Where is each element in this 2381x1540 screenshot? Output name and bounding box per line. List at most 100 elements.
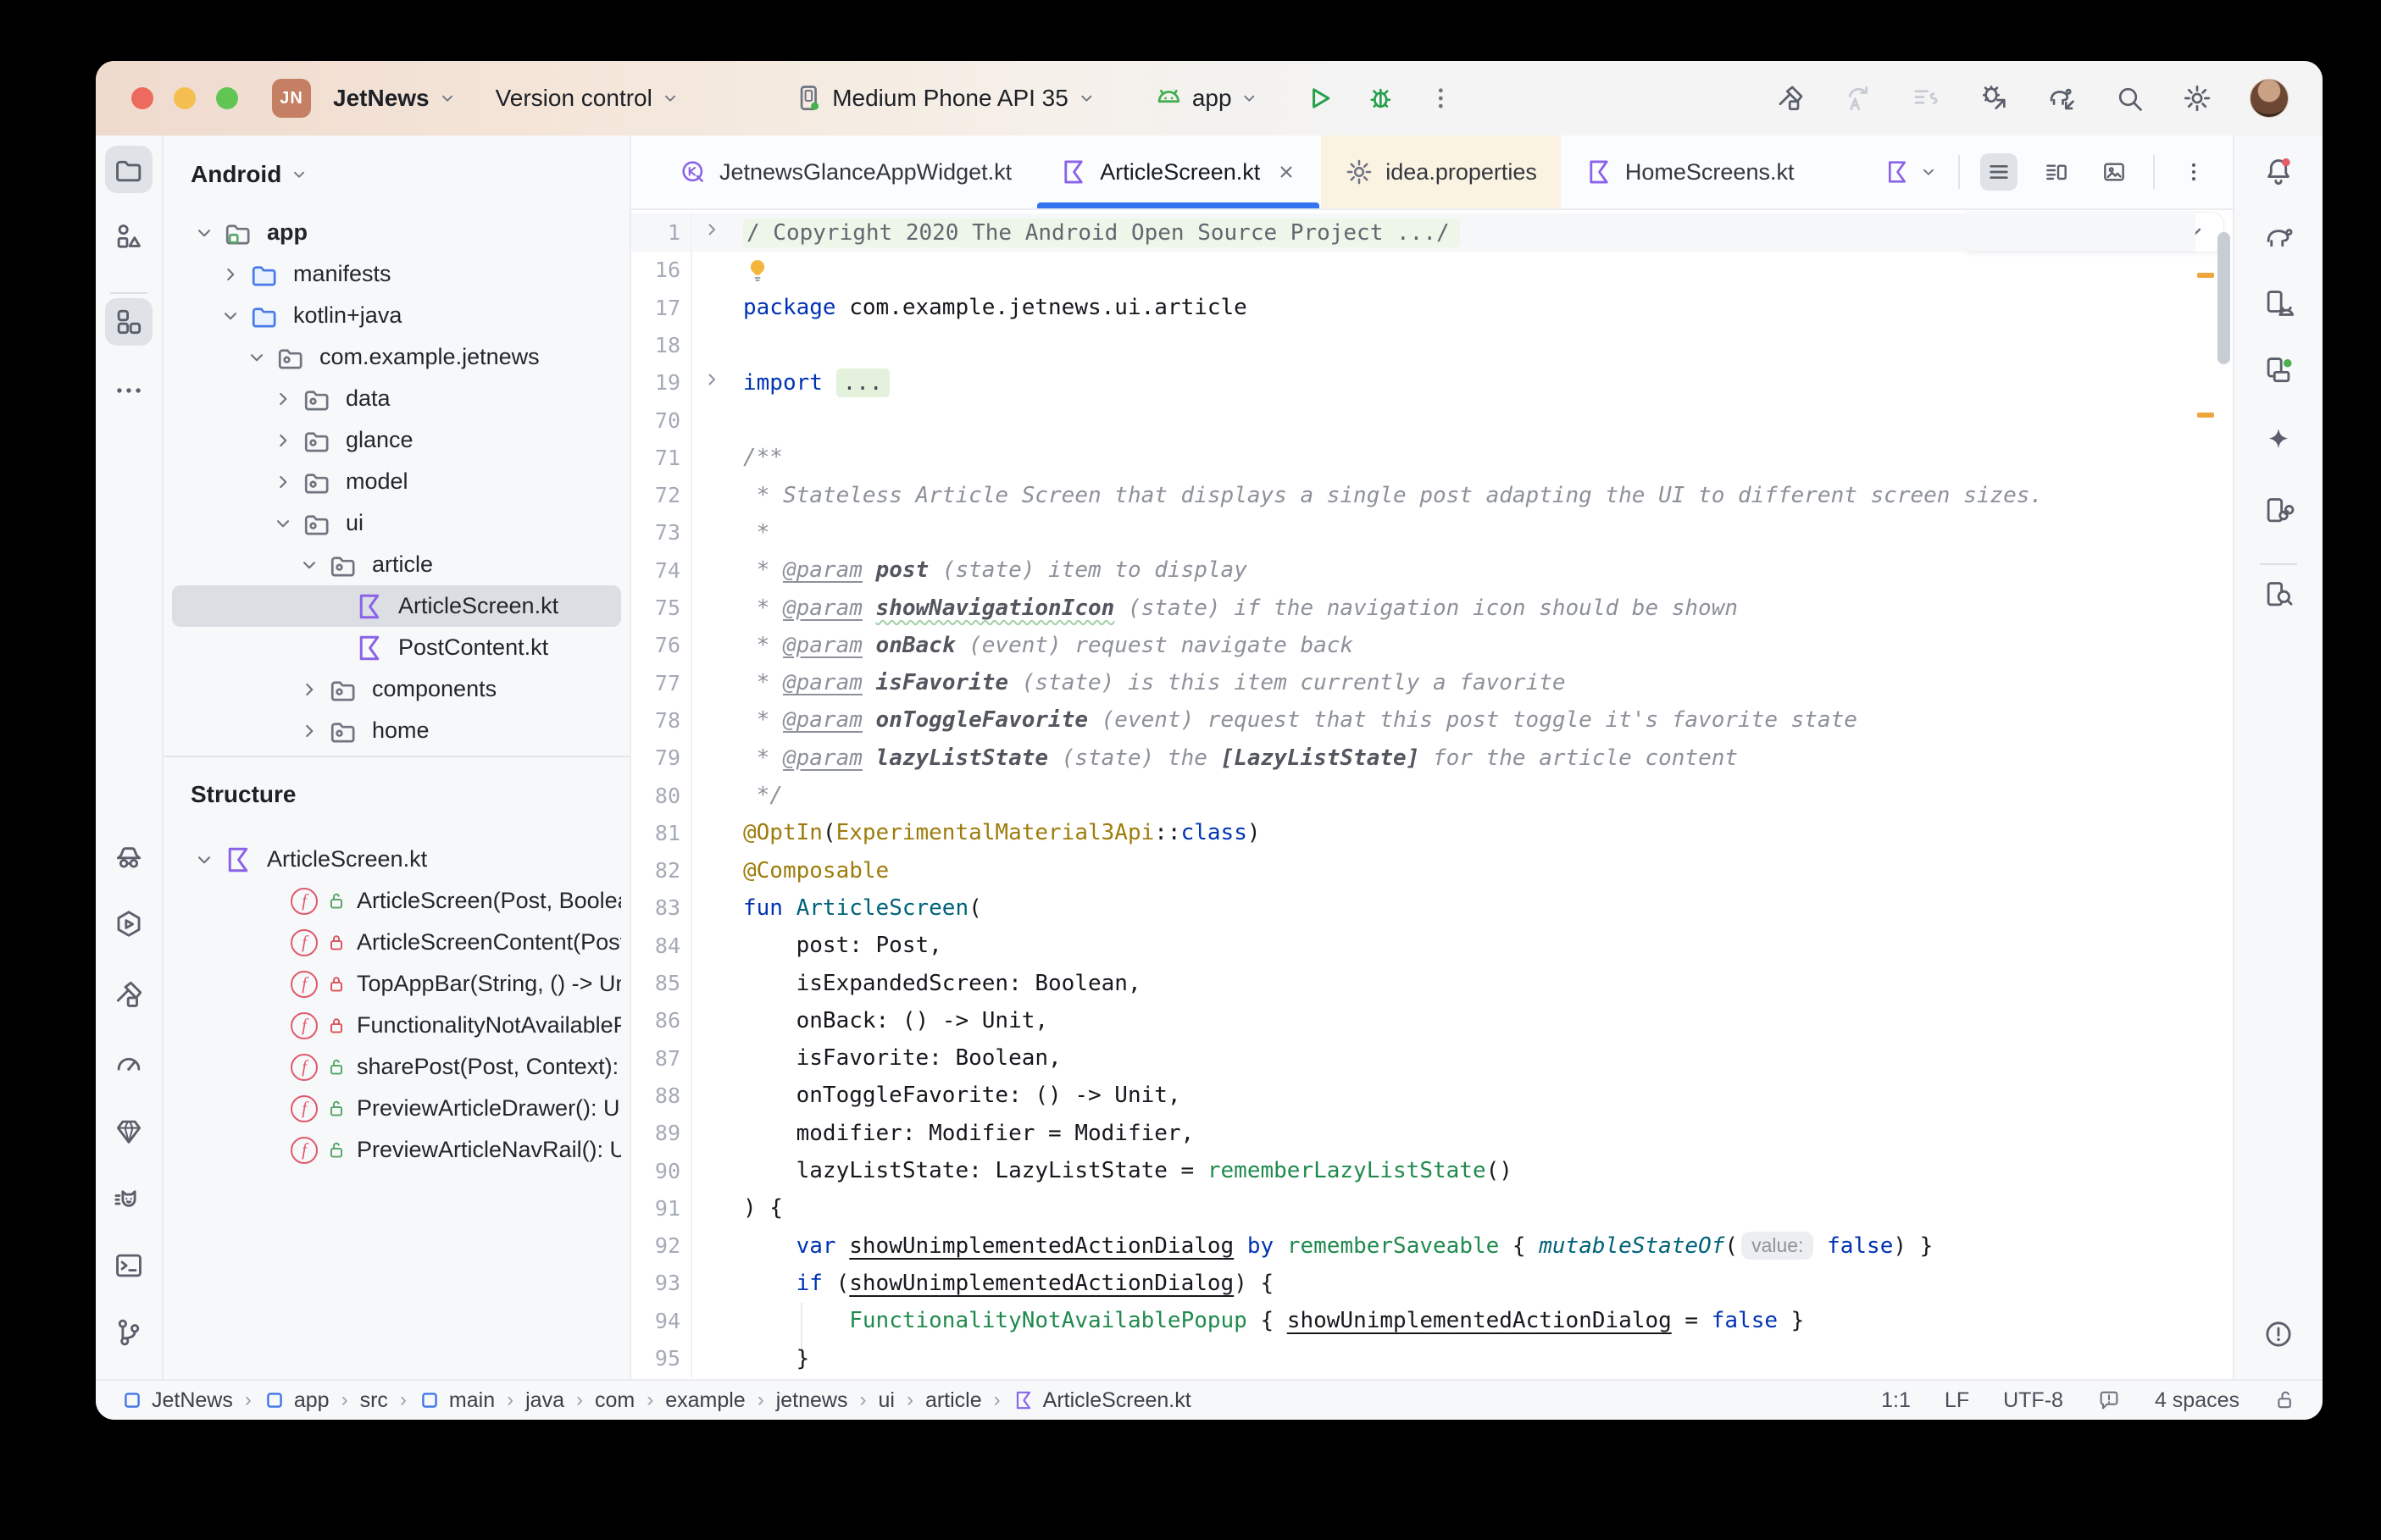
intention-bulb-icon[interactable] bbox=[743, 256, 772, 285]
chevron-down-icon[interactable] bbox=[186, 222, 223, 244]
hidden-tabs-dropdown[interactable] bbox=[1884, 158, 1938, 186]
tool-logcat-button[interactable] bbox=[105, 1177, 153, 1224]
file-encoding[interactable]: UTF-8 bbox=[2003, 1388, 2063, 1413]
tool-problems-button[interactable] bbox=[2255, 1310, 2302, 1358]
warning-stripe-mark[interactable] bbox=[2197, 273, 2214, 278]
caret-position[interactable]: 1:1 bbox=[1881, 1388, 1911, 1413]
tree-item-com.example.jetnews[interactable]: com.example.jetnews bbox=[172, 336, 621, 378]
chevron-down-icon[interactable] bbox=[186, 849, 223, 871]
chevron-down-icon[interactable] bbox=[212, 305, 249, 327]
tree-item-ArticleScreen.kt[interactable]: ArticleScreen.kt bbox=[172, 585, 621, 627]
breadcrumb-item-ui[interactable]: ui bbox=[878, 1388, 894, 1413]
tool-services-button[interactable] bbox=[105, 900, 153, 948]
tab-HomeScreens.kt[interactable]: HomeScreens.kt bbox=[1561, 136, 1818, 208]
tool-structure-button[interactable] bbox=[105, 298, 153, 346]
zoom-window-button[interactable] bbox=[216, 87, 238, 109]
profiler-list-icon[interactable] bbox=[1911, 83, 1941, 114]
tool-build-button[interactable] bbox=[105, 971, 153, 1018]
structure-item[interactable]: fArticleScreenContent(Post, () bbox=[172, 922, 621, 963]
run-button[interactable] bbox=[1305, 83, 1335, 114]
editor-view-mode-code[interactable] bbox=[1980, 153, 2017, 191]
tool-resource-manager-button[interactable] bbox=[105, 213, 153, 260]
user-avatar[interactable] bbox=[2250, 79, 2289, 118]
minimize-window-button[interactable] bbox=[174, 87, 196, 109]
breadcrumb-item-main[interactable]: main bbox=[419, 1388, 495, 1413]
structure-item[interactable]: fsharePost(Post, Context): Un bbox=[172, 1046, 621, 1088]
fold-arrow-icon[interactable] bbox=[692, 369, 731, 396]
breadcrumb-item-ArticleScreen.kt[interactable]: ArticleScreen.kt bbox=[1013, 1388, 1191, 1413]
project-view-selector[interactable]: Android bbox=[164, 151, 630, 198]
chevron-down-icon[interactable] bbox=[264, 512, 302, 535]
code-editor[interactable]: 2 3 1/ Copyright 2020 The Android Open S… bbox=[631, 210, 2233, 1379]
structure-item[interactable]: fTopAppBar(String, () -> Unit, bbox=[172, 963, 621, 1005]
tool-notifications-button[interactable] bbox=[2255, 148, 2302, 196]
tab-idea.properties[interactable]: idea.properties bbox=[1321, 136, 1561, 208]
fold-arrow-icon[interactable] bbox=[692, 219, 731, 246]
tree-item-app[interactable]: app bbox=[172, 212, 621, 253]
tool-gemini-button[interactable] bbox=[2255, 417, 2302, 464]
tab-ArticleScreen.kt[interactable]: ArticleScreen.kt bbox=[1035, 136, 1321, 208]
close-tab-icon[interactable] bbox=[1275, 161, 1297, 183]
tree-item-manifests[interactable]: manifests bbox=[172, 253, 621, 295]
tool-gradle-button[interactable] bbox=[2255, 213, 2302, 260]
tree-item-data[interactable]: data bbox=[172, 378, 621, 419]
chevron-right-icon[interactable] bbox=[264, 388, 302, 410]
close-window-button[interactable] bbox=[131, 87, 153, 109]
chevron-down-icon[interactable] bbox=[291, 554, 328, 576]
structure-item[interactable]: fArticleScreen(Post, Boolean, bbox=[172, 880, 621, 922]
tool-device-manager-button[interactable] bbox=[2255, 280, 2302, 327]
tree-item-article[interactable]: article bbox=[172, 544, 621, 585]
chevron-right-icon[interactable] bbox=[264, 429, 302, 451]
editor-options-kebab[interactable] bbox=[2175, 153, 2212, 191]
tool-profiler-button[interactable] bbox=[105, 1039, 153, 1087]
breadcrumb-item-java[interactable]: java bbox=[525, 1388, 564, 1413]
structure-item[interactable]: fPreviewArticleDrawer(): Unit bbox=[172, 1088, 621, 1129]
chevron-right-icon[interactable] bbox=[291, 720, 328, 742]
tree-item-ui[interactable]: ui bbox=[172, 502, 621, 544]
breadcrumb-item-JetNews[interactable]: JetNews bbox=[121, 1388, 233, 1413]
build-hammer-icon[interactable] bbox=[1775, 83, 1806, 114]
tool-version-control-button[interactable] bbox=[105, 1309, 153, 1356]
warning-stripe-mark[interactable] bbox=[2197, 413, 2214, 418]
chevron-right-icon[interactable] bbox=[212, 263, 249, 285]
tool-project-folder-button[interactable] bbox=[105, 146, 153, 193]
settings-gear-icon[interactable] bbox=[2182, 83, 2212, 114]
run-configuration-selector[interactable]: app bbox=[1145, 76, 1268, 120]
inspection-highlight-icon[interactable] bbox=[2097, 1388, 2121, 1412]
tool-running-devices-button[interactable] bbox=[2255, 346, 2302, 394]
debug-button[interactable] bbox=[1366, 83, 1396, 114]
more-actions-kebab-icon[interactable] bbox=[1427, 84, 1456, 113]
structure-item[interactable]: fPreviewArticleNavRail(): Unit bbox=[172, 1129, 621, 1171]
unlock-icon[interactable] bbox=[2273, 1388, 2297, 1412]
structure-root[interactable]: ArticleScreen.kt bbox=[172, 839, 621, 880]
vcs-menu[interactable]: Version control bbox=[487, 78, 688, 119]
tab-JetnewsGlanceAppWidget.kt[interactable]: JetnewsGlanceAppWidget.kt bbox=[655, 136, 1035, 208]
breadcrumb-item-jetnews[interactable]: jetnews bbox=[776, 1388, 848, 1413]
structure-item[interactable]: fFunctionalityNotAvailablePop bbox=[172, 1005, 621, 1046]
breadcrumb-item-app[interactable]: app bbox=[264, 1388, 330, 1413]
tool-more-tool-windows-button[interactable] bbox=[105, 367, 153, 414]
rerun-inspection-icon[interactable] bbox=[1843, 83, 1873, 114]
tree-item-components[interactable]: components bbox=[172, 668, 621, 710]
editor-view-mode-preview[interactable] bbox=[2095, 153, 2133, 191]
tree-item-home[interactable]: home bbox=[172, 710, 621, 751]
chevron-right-icon[interactable] bbox=[264, 471, 302, 493]
chevron-right-icon[interactable] bbox=[291, 679, 328, 701]
search-everywhere-icon[interactable] bbox=[2114, 83, 2145, 114]
breadcrumb-item-article[interactable]: article bbox=[925, 1388, 982, 1413]
tree-item-model[interactable]: model bbox=[172, 461, 621, 502]
tool-device-explorer-button[interactable] bbox=[2255, 571, 2302, 618]
editor-view-mode-split[interactable] bbox=[2038, 153, 2075, 191]
tool-app-quality-insights-button[interactable] bbox=[105, 1108, 153, 1155]
tree-item-glance[interactable]: glance bbox=[172, 419, 621, 461]
tool-app-inspection-button[interactable] bbox=[105, 834, 153, 881]
tree-item-kotlin+java[interactable]: kotlin+java bbox=[172, 295, 621, 336]
indent-setting[interactable]: 4 spaces bbox=[2155, 1388, 2239, 1413]
tree-item-PostContent.kt[interactable]: PostContent.kt bbox=[172, 627, 621, 668]
line-separator[interactable]: LF bbox=[1945, 1388, 1969, 1413]
breadcrumb-item-example[interactable]: example bbox=[665, 1388, 746, 1413]
chevron-down-icon[interactable] bbox=[238, 346, 275, 368]
gradle-sync-icon[interactable] bbox=[2046, 83, 2077, 114]
breadcrumb-item-src[interactable]: src bbox=[360, 1388, 388, 1413]
tool-device-pairing-button[interactable] bbox=[2255, 487, 2302, 535]
